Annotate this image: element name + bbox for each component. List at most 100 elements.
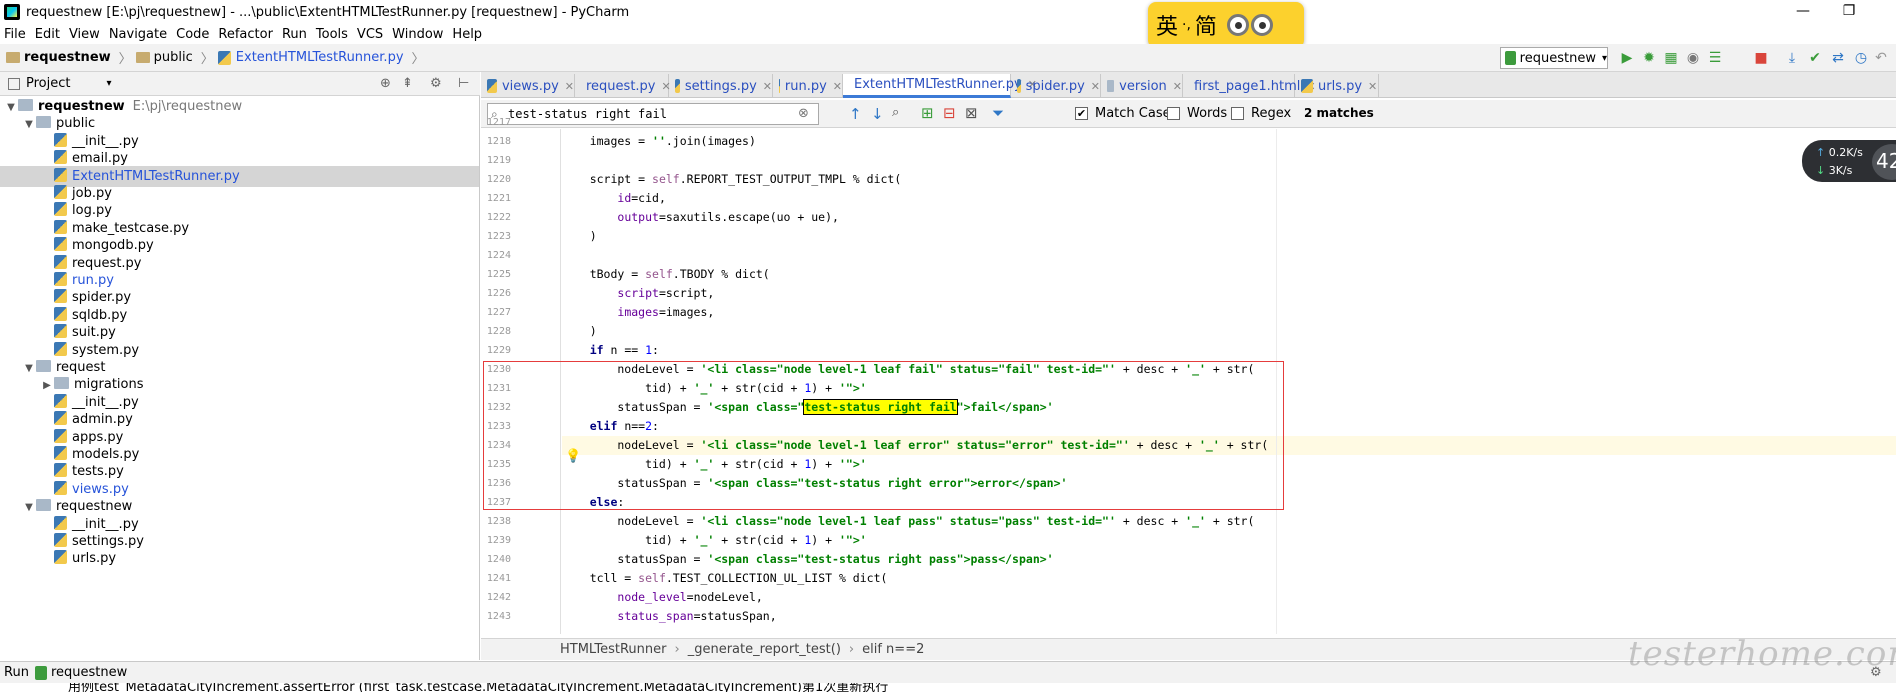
crumb-method[interactable]: _generate_report_test()	[688, 642, 841, 657]
menu-window[interactable]: Window	[392, 27, 443, 42]
close-tab-icon[interactable]: ✕	[1091, 80, 1100, 93]
code-line[interactable]	[562, 151, 1896, 170]
editor-tab[interactable]: ExtentHTMLTestRunner.py ✕	[843, 74, 1037, 98]
hide-panel-icon[interactable]: ⊢	[458, 76, 469, 91]
editor-tab[interactable]: version ✕	[1101, 74, 1183, 98]
code-line[interactable]: )	[562, 227, 1896, 246]
menu-help[interactable]: Help	[452, 27, 482, 42]
folder-icon	[18, 99, 33, 111]
menu-view[interactable]: View	[69, 27, 100, 42]
tree-file[interactable]: urls.py	[0, 548, 479, 569]
upload-speed: ↑ 0.2K/s	[1816, 146, 1863, 159]
code-line[interactable]: nodeLevel = '<li class="node level-1 lea…	[562, 360, 1896, 379]
revert-icon[interactable]: ↶	[1872, 49, 1890, 67]
code-line[interactable]: images=images,	[562, 303, 1896, 322]
code-line[interactable]: nodeLevel = '<li class="node level-1 lea…	[562, 436, 1896, 455]
stop-icon[interactable]: ■	[1752, 49, 1770, 67]
run-icon[interactable]: ▶	[1618, 49, 1636, 67]
filter-icon[interactable]: ⏷	[992, 104, 1004, 122]
debug-icon[interactable]: ✹	[1640, 49, 1658, 67]
code-line[interactable]	[562, 246, 1896, 265]
menu-navigate[interactable]: Navigate	[109, 27, 167, 42]
previous-occurrence-icon[interactable]: ↑	[849, 105, 862, 123]
select-all-occurrences-icon[interactable]: ⊠	[965, 104, 978, 122]
editor-gutter[interactable]: 1217 1218 1219 1220 1221 1222 1223 1224 1225 1226…	[481, 117, 561, 634]
find-all-icon[interactable]: ⌕	[892, 105, 899, 120]
menu-tools[interactable]: Tools	[316, 27, 348, 42]
locate-icon[interactable]: ⊕	[380, 76, 391, 91]
run-console[interactable]: 用例test_MetadataCityIncrement.assertError…	[0, 683, 1896, 692]
vcs-update-icon[interactable]: ⤓	[1783, 49, 1801, 67]
code-line[interactable]: statusSpan = '<span class="test-status r…	[562, 550, 1896, 569]
profile-icon[interactable]: ◉	[1684, 49, 1702, 67]
coverage-icon[interactable]: ▦	[1662, 49, 1680, 67]
code-line[interactable]: script=script,	[562, 284, 1896, 303]
run-list-icon[interactable]: ☰	[1706, 49, 1724, 67]
chevron-down-icon[interactable]: ▾	[106, 78, 111, 89]
code-line[interactable]: else:	[562, 493, 1896, 512]
code-line[interactable]: nodeLevel = '<li class="node level-1 lea…	[562, 512, 1896, 531]
close-tab-icon[interactable]: ✕	[565, 80, 574, 93]
vcs-compare-icon[interactable]: ⇄	[1829, 49, 1847, 67]
code-line[interactable]: node_level=nodeLevel,	[562, 588, 1896, 607]
code-line[interactable]: tid) + '_' + str(cid + 1) + '">'	[562, 455, 1896, 474]
code-line[interactable]: tid) + '_' + str(cid + 1) + '">'	[562, 531, 1896, 550]
code-line[interactable]: elif n==2:	[562, 417, 1896, 436]
menu-edit[interactable]: Edit	[35, 27, 60, 42]
gear-icon[interactable]: ⚙	[430, 76, 442, 91]
code-line[interactable]: tBody = self.TBODY % dict(	[562, 265, 1896, 284]
breadcrumb-project[interactable]: requestnew	[6, 50, 111, 65]
minimize-button[interactable]: —	[1780, 0, 1826, 24]
code-line[interactable]: )	[562, 322, 1896, 341]
clear-search-icon[interactable]: ⊗	[798, 106, 809, 121]
run-config-name[interactable]: requestnew	[51, 665, 127, 680]
project-view-selector[interactable]: Project	[26, 76, 70, 91]
menu-file[interactable]: File	[4, 27, 26, 42]
editor-tab[interactable]: request.py ✕	[575, 74, 671, 98]
breadcrumb-file[interactable]: ExtentHTMLTestRunner.py	[217, 50, 404, 65]
restore-button[interactable]: ❐	[1826, 0, 1872, 24]
editor-tab[interactable]: first_page1.html✕	[1183, 74, 1316, 98]
code-line[interactable]: statusSpan = '<span class="test-status r…	[562, 474, 1896, 493]
next-occurrence-icon[interactable]: ↓	[871, 105, 884, 123]
close-tab-icon[interactable]: ✕	[763, 80, 772, 93]
menu-run[interactable]: Run	[282, 27, 307, 42]
code-line[interactable]: id=cid,	[562, 189, 1896, 208]
code-editor[interactable]: images.append(image) images = ''.join(im…	[562, 129, 1896, 634]
editor-tab[interactable]: urls.py ✕	[1295, 74, 1379, 98]
add-selection-icon[interactable]: ⊞	[921, 104, 934, 122]
code-line[interactable]: tid) + '_' + str(cid + 1) + '">'	[562, 379, 1896, 398]
regex-checkbox[interactable]	[1231, 107, 1244, 120]
run-config-selector[interactable]: requestnew ▾	[1500, 47, 1608, 69]
code-line[interactable]: status_span=statusSpan,	[562, 607, 1896, 626]
code-line[interactable]: output=saxutils.escape(uo + ue),	[562, 208, 1896, 227]
close-tab-icon[interactable]: ✕	[833, 80, 842, 93]
run-label[interactable]: Run	[4, 665, 29, 680]
menu-code[interactable]: Code	[176, 27, 209, 42]
network-speed-widget[interactable]: ↑ 0.2K/s ↓ 3K/s 42	[1802, 140, 1896, 182]
close-tab-icon[interactable]: ✕	[1173, 80, 1182, 93]
code-line[interactable]: tcll = self.TEST_COLLECTION_UL_LIST % di…	[562, 569, 1896, 588]
collapse-all-icon[interactable]: ⇞	[402, 76, 413, 91]
close-tab-icon[interactable]: ✕	[1368, 80, 1377, 93]
crumb-class[interactable]: HTMLTestRunner	[560, 642, 667, 657]
intention-bulb-icon[interactable]: 💡	[565, 449, 581, 464]
editor-tab[interactable]: run.py ✕	[773, 74, 843, 98]
words-checkbox[interactable]	[1167, 107, 1180, 120]
code-line[interactable]: statusSpan = '<span class="test-status r…	[562, 398, 1896, 417]
menu-refactor[interactable]: Refactor	[218, 27, 273, 42]
editor-tab[interactable]: settings.py ✕	[669, 74, 773, 98]
menu-vcs[interactable]: VCS	[357, 27, 383, 42]
code-line[interactable]: if n == 1:	[562, 341, 1896, 360]
editor-tab[interactable]: views.py ✕	[481, 74, 575, 98]
editor-tab[interactable]: spider.py ✕	[1011, 74, 1101, 98]
code-line[interactable]: images = ''.join(images)	[562, 132, 1896, 151]
remove-selection-icon[interactable]: ⊟	[943, 104, 956, 122]
match-case-checkbox[interactable]: ✔	[1075, 107, 1088, 120]
code-line[interactable]: script = self.REPORT_TEST_OUTPUT_TMPL % …	[562, 170, 1896, 189]
crumb-branch[interactable]: elif n==2	[862, 642, 924, 657]
vcs-history-icon[interactable]: ◷	[1852, 49, 1870, 67]
vcs-commit-icon[interactable]: ✔	[1806, 49, 1824, 67]
search-input[interactable]: test-status right fail	[487, 103, 819, 125]
breadcrumb-public[interactable]: public	[135, 50, 193, 65]
